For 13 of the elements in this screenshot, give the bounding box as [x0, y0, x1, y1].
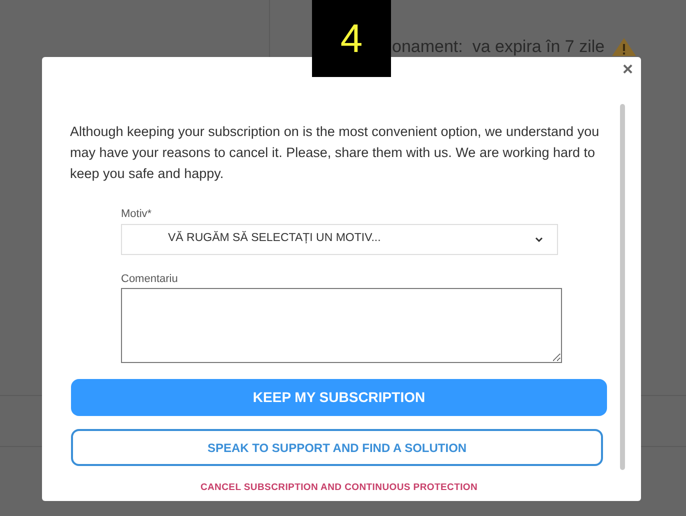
- reason-label: Motiv*: [121, 207, 153, 222]
- comment-label: Comentariu: [121, 272, 179, 286]
- chevron-down-icon: [535, 236, 543, 242]
- keep-subscription-button[interactable]: KEEP MY SUBSCRIPTION: [71, 379, 607, 416]
- close-button[interactable]: ×: [622, 60, 633, 78]
- warning-icon: [610, 36, 637, 57]
- support-button[interactable]: SPEAK TO SUPPORT AND FIND A SOLUTION: [71, 429, 603, 466]
- cancel-subscription-link[interactable]: CANCEL SUBSCRIPTION AND CONTINUOUS PROTECTION: [200, 481, 478, 496]
- step-badge: 4: [312, 0, 391, 77]
- reason-select[interactable]: VĂ RUGĂM SĂ SELECTAȚI UN MOTIV...: [121, 224, 558, 254]
- comment-field[interactable]: [121, 288, 562, 363]
- subscription-status-text: onament: va expira în 7 zile: [392, 36, 605, 58]
- cancel-reason-message: Although keeping your subscription on is the most convenient option, we understand you may have your reasons to cancel it. Please, share them with us. We are working hard to keep you safe and happy.: [70, 123, 600, 183]
